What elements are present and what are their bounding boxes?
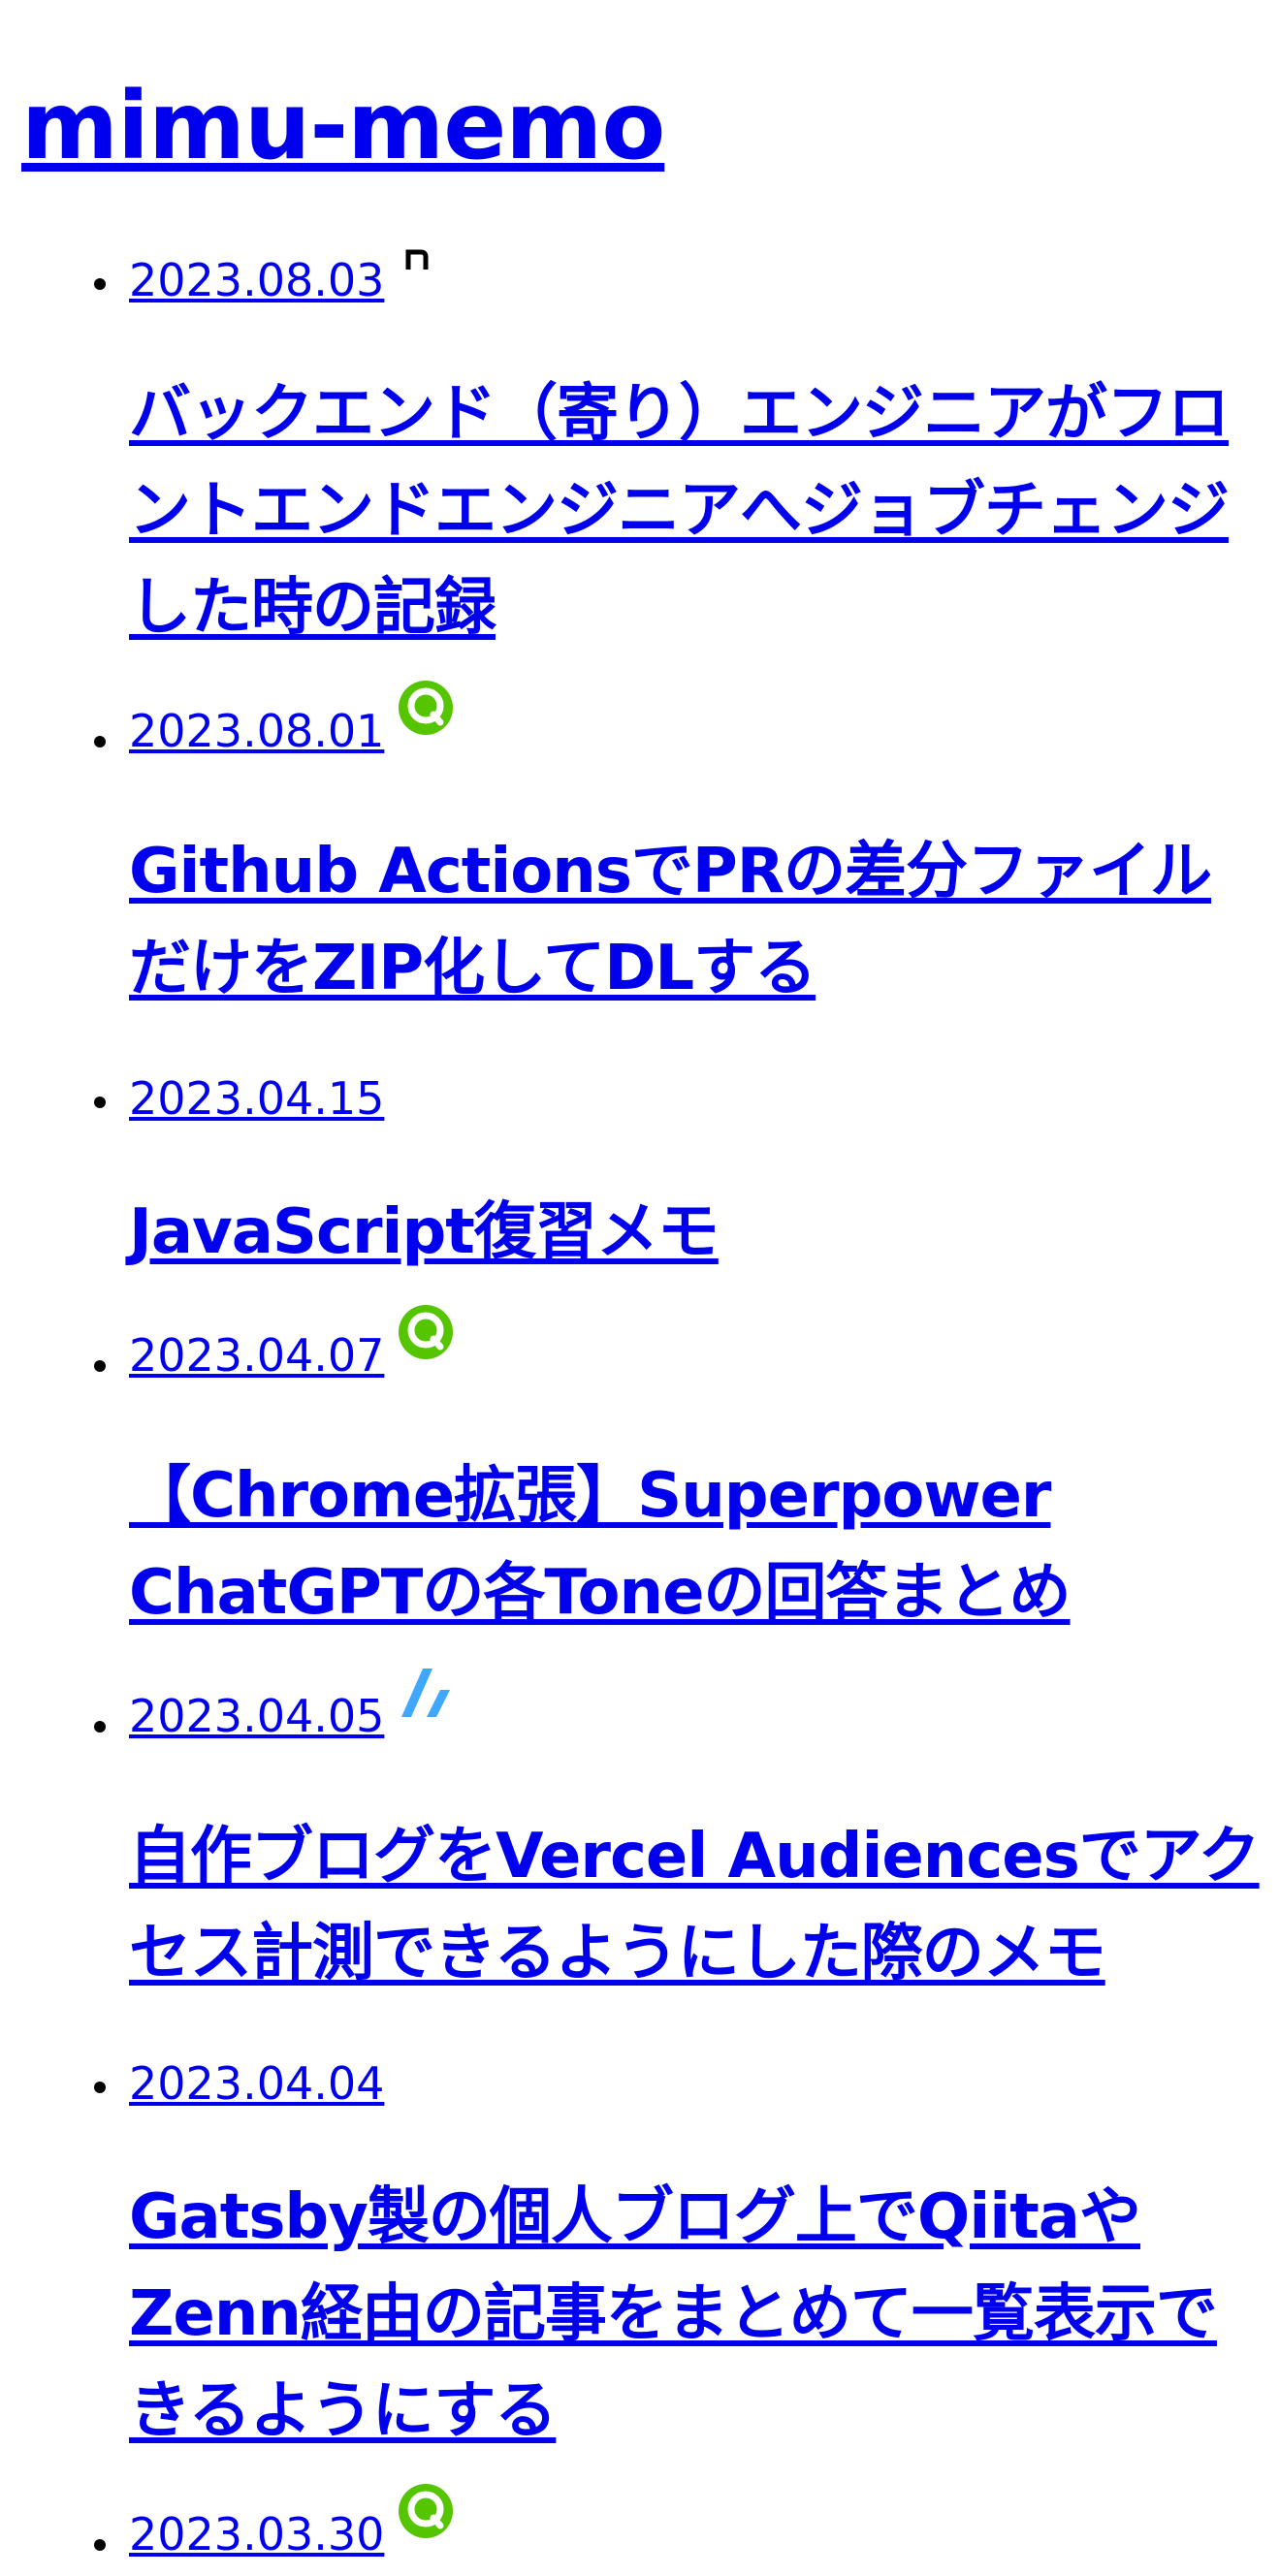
date-row: 2023.04.15: [129, 1056, 1268, 1133]
date-row: 2023.04.05: [129, 1669, 1268, 1758]
post-title: Github ActionsでPRの差分ファイルだけをZIP化してDLする: [129, 773, 1268, 1056]
post-date-link[interactable]: 2023.08.03: [129, 239, 437, 307]
list-item: 2023.04.07 【Chrome拡張】Superpower ChatGPTの…: [0, 1305, 1280, 1680]
post-date-link[interactable]: 2023.08.01: [129, 681, 454, 765]
post-date-link[interactable]: 2023.03.30: [129, 2484, 454, 2568]
date-row: 2023.08.01: [129, 681, 1268, 773]
date-row: 2023.08.03: [129, 238, 1268, 315]
note-icon: [398, 236, 437, 290]
post-title-link[interactable]: 【Chrome拡張】Superpower ChatGPTの各Toneの回答まとめ: [129, 1460, 1071, 1629]
post-date: 2023.04.15: [129, 1072, 385, 1125]
zenn-icon: [398, 1665, 454, 1733]
bullet: [94, 1721, 106, 1733]
bullet: [94, 736, 106, 747]
list-item: 2023.04.15 JavaScript復習メモ: [0, 1056, 1280, 1320]
list-item: 2023.04.05 自作ブログをVercel Audiencesでアクセス計測…: [0, 1669, 1280, 2041]
post-title-link[interactable]: Github ActionsでPRの差分ファイルだけをZIP化してDLする: [129, 836, 1212, 1004]
bullet: [94, 278, 106, 290]
list-item: 2023.03.30: [0, 2484, 1280, 2576]
post-list: 2023.08.03 バックエンド（寄り）エンジニアがフロントエンドエンジニアへ…: [0, 238, 1280, 2576]
post-date-link[interactable]: 2023.04.07: [129, 1305, 454, 1389]
post-title: 自作ブログをVercel Audiencesでアクセス計測できるようにした際のメ…: [129, 1758, 1268, 2041]
qiita-icon: [398, 1304, 454, 1372]
list-item: 2023.08.01 Github ActionsでPRの差分ファイルだけをZI…: [0, 681, 1280, 1056]
bullet: [94, 2539, 106, 2551]
post-date-link[interactable]: 2023.04.05: [129, 1669, 454, 1750]
post-title-link[interactable]: Gatsby製の個人ブログ上でQiitaやZenn経由の記事をまとめて一覧表示で…: [129, 2181, 1218, 2447]
post-title: JavaScript復習メモ: [129, 1133, 1268, 1320]
date-row: 2023.04.04: [129, 2041, 1268, 2118]
bullet: [94, 1097, 106, 1108]
qiita-icon: [398, 2483, 454, 2551]
post-date: 2023.03.30: [129, 2508, 385, 2560]
post-title: Gatsby製の個人ブログ上でQiitaやZenn経由の記事をまとめて一覧表示で…: [129, 2118, 1268, 2498]
post-title: バックエンド（寄り）エンジニアがフロントエンドエンジニアへジョブチェンジした時の…: [129, 315, 1268, 695]
post-date: 2023.04.04: [129, 2057, 385, 2110]
post-date-link[interactable]: 2023.04.04: [129, 2056, 384, 2111]
post-date-link[interactable]: 2023.04.15: [129, 1071, 384, 1126]
post-title-link[interactable]: 自作ブログをVercel Audiencesでアクセス計測できるようにした際のメ…: [129, 1821, 1261, 1989]
post-date: 2023.08.03: [129, 254, 385, 306]
list-item: 2023.08.03 バックエンド（寄り）エンジニアがフロントエンドエンジニアへ…: [0, 238, 1280, 695]
post-title-link[interactable]: JavaScript復習メモ: [129, 1196, 720, 1268]
date-row: 2023.04.07: [129, 1305, 1268, 1397]
post-title-link[interactable]: バックエンド（寄り）エンジニアがフロントエンドエンジニアへジョブチェンジした時の…: [129, 378, 1230, 644]
list-item: 2023.04.04 Gatsby製の個人ブログ上でQiitaやZenn経由の記…: [0, 2041, 1280, 2498]
date-row: 2023.03.30: [129, 2484, 1268, 2576]
post-title: 【Chrome拡張】Superpower ChatGPTの各Toneの回答まとめ: [129, 1397, 1268, 1680]
site-title: mimu-memo: [21, 68, 665, 184]
bullet: [94, 2082, 106, 2093]
qiita-icon: [398, 680, 454, 747]
bullet: [94, 1360, 106, 1372]
post-date: 2023.08.01: [129, 705, 385, 757]
site-title-link[interactable]: mimu-memo: [21, 72, 665, 180]
post-date: 2023.04.07: [129, 1329, 385, 1382]
post-date: 2023.04.05: [129, 1690, 385, 1742]
